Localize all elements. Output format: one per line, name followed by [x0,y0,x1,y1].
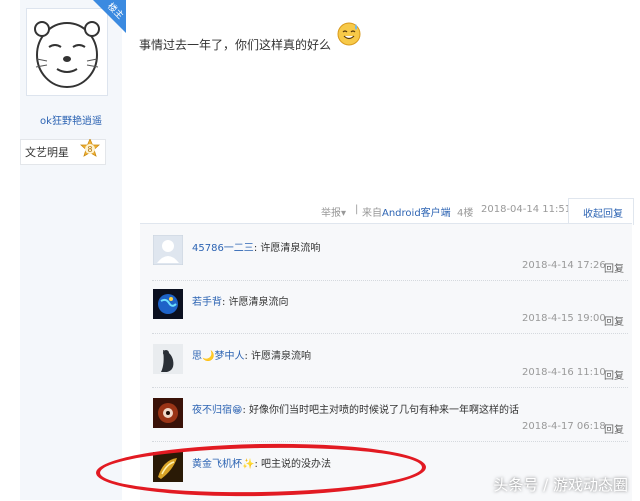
reply-username[interactable]: 若手背 [192,297,222,308]
reply-username[interactable]: 夜不归宿😁 [192,405,242,416]
rank-title: 文艺明星 [25,146,69,159]
tail-divider: | [355,204,359,215]
rank-level-badge: 8 [79,137,101,161]
reply-avatar[interactable] [153,344,183,374]
reply-text: 夜不归宿😁: 好像你们当时吧主对喷的时候说了几句有种来一年啊这样的话 [192,405,519,416]
sweat-smile-emoji-icon [336,20,362,46]
author-username[interactable]: ok狂野艳逍遥 [20,112,122,127]
eye-avatar-icon [153,398,183,428]
figure-avatar-icon [153,344,183,374]
reply-time: 2018-4-17 06:18 [522,421,606,432]
reply-divider [152,333,628,334]
reply-avatar[interactable] [152,234,184,266]
post-content: 事情过去一年了，你们这样真的好么 [139,38,332,52]
thread-starter-badge: 楼主 [93,0,126,33]
reply-time: 2018-4-15 19:00 [522,313,606,324]
client-link[interactable]: Android客户端 [382,208,451,219]
reply-text: 若手背: 许愿清泉流向 [192,297,289,308]
watermark: 头条号 / 游戏动态圈 [493,476,628,494]
reply-username[interactable]: 思🌙梦中人 [192,351,244,362]
reply-button[interactable]: 回复 [604,421,624,436]
reply-time: 2018-4-14 17:26 [522,260,606,271]
report-link[interactable]: 举报▾ [321,204,346,219]
reply-username[interactable]: 45786一二三 [192,243,254,254]
floor-number: 4楼 [457,208,474,219]
reply-text: 45786一二三: 许愿清泉流响 [192,243,321,254]
rank-level-text: 8 [88,145,93,154]
star-badge-icon: 8 [79,137,101,157]
reply-avatar[interactable] [153,398,183,428]
reply-divider [152,441,628,442]
reply-time: 2018-4-16 11:10 [522,367,606,378]
default-avatar-icon [152,234,184,266]
reply-button[interactable]: 回复 [604,260,624,275]
source-info: 来自Android客户端 [362,208,451,219]
reply-avatar[interactable] [153,289,183,319]
reply-button[interactable]: 回复 [604,367,624,382]
reply-text: 思🌙梦中人: 许愿清泉流响 [192,351,312,362]
earth-avatar-icon [153,289,183,319]
reply-divider [152,387,628,388]
post-datetime: 2018-04-14 11:51 [481,204,572,215]
collapse-reply-button[interactable]: 收起回复 [583,205,623,220]
reply-divider [152,280,628,281]
reply-button[interactable]: 回复 [604,313,624,328]
